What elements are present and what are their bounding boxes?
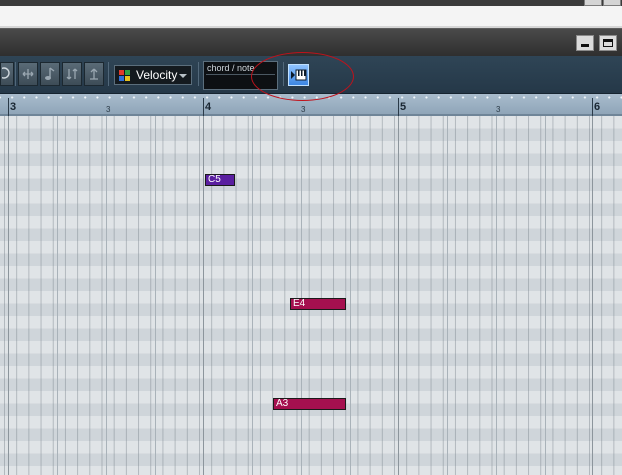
ruler-beat-number: 3 — [106, 105, 111, 114]
grid-bar-line — [203, 116, 204, 475]
transpose-button[interactable] — [62, 62, 82, 86]
annotation-circle — [251, 52, 354, 101]
chevron-down-icon — [179, 74, 187, 78]
grid-beat-line — [447, 116, 448, 475]
ruler-bar-number: 5 — [400, 101, 407, 113]
velocity-label: Velocity — [136, 68, 178, 82]
grid-bar-line — [592, 116, 593, 475]
arrow-up-icon — [90, 68, 98, 80]
speaker-icon — [2, 67, 10, 79]
grid-beat-line — [350, 116, 351, 475]
grid-beat-line — [496, 116, 497, 475]
midi-note[interactable]: C5 — [205, 174, 235, 186]
midi-note[interactable]: E4 — [290, 298, 346, 310]
quantize-button[interactable] — [84, 62, 104, 86]
grid-beat-line — [545, 116, 546, 475]
ruler-bar-number: 6 — [594, 101, 601, 113]
ruler-tick — [8, 98, 9, 116]
insert-velocity-dropdown[interactable]: Velocity — [114, 65, 192, 85]
grid-bar-line — [398, 116, 399, 475]
midi-note[interactable]: A3 — [273, 398, 346, 410]
ruler-tick — [203, 98, 204, 116]
grid-beat-line — [301, 116, 302, 475]
grid-beat-line — [155, 116, 156, 475]
ruler-beat-number: 3 — [301, 105, 306, 114]
tool-button[interactable] — [0, 62, 14, 86]
minimize-button[interactable] — [576, 35, 594, 51]
grid-beat-line — [106, 116, 107, 475]
note-grid[interactable] — [0, 116, 622, 475]
outer-window-area — [0, 6, 622, 26]
ruler-tick — [592, 98, 593, 116]
ruler-bar-number: 4 — [205, 101, 212, 113]
chord-display-label: chord / note — [207, 63, 255, 73]
grid-bar-line — [8, 116, 9, 475]
transpose-arrows-icon — [66, 68, 78, 80]
move-arrows-icon — [22, 69, 34, 79]
note-button[interactable] — [40, 62, 60, 86]
ruler-tick — [398, 98, 399, 116]
color-grid-icon — [119, 70, 130, 81]
grid-beat-line — [252, 116, 253, 475]
ruler-beat-number: 3 — [496, 105, 501, 114]
eighth-note-icon — [45, 67, 55, 80]
grid-beat-line — [57, 116, 58, 475]
maximize-button[interactable] — [599, 35, 617, 51]
ruler-bar-number: 3 — [10, 101, 17, 113]
move-button[interactable] — [18, 62, 38, 86]
